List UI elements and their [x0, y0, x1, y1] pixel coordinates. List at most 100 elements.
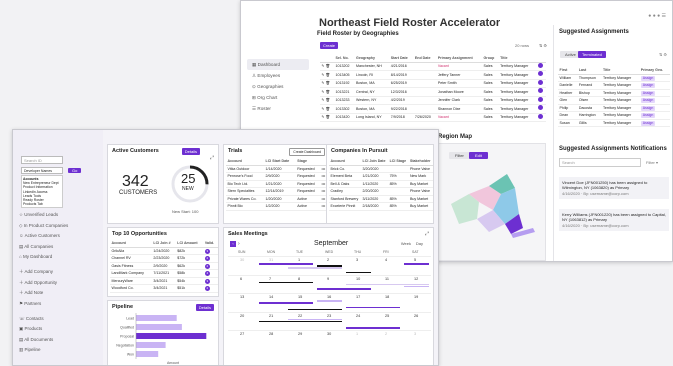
row-check[interactable]	[536, 87, 546, 97]
delete-icon[interactable]: 🗑	[326, 73, 331, 77]
calendar-day[interactable]: 8	[286, 274, 315, 294]
calendar-day[interactable]: 19	[402, 293, 431, 312]
meeting-event-bar[interactable]	[317, 265, 342, 267]
expand-icon[interactable]: ⤢	[425, 231, 429, 237]
pipeline-bar[interactable]	[136, 342, 166, 348]
calendar-day[interactable]: 18	[373, 293, 402, 312]
opportunity-badge[interactable]: 4	[204, 271, 210, 276]
crm-nav-item[interactable]: ▤ All Documents	[19, 335, 103, 346]
meeting-event-bar[interactable]	[259, 302, 313, 304]
edit-icon[interactable]: ✎	[322, 115, 325, 119]
calendar-day[interactable]: 26	[402, 311, 431, 331]
assign-button[interactable]: Assign	[640, 90, 656, 96]
suggested-row[interactable]: Danielle Fernand Territory Manager Assign	[558, 81, 670, 90]
crm-nav-item[interactable]: ▥ Pipeline	[19, 345, 103, 356]
opportunity-badge[interactable]: 3	[204, 248, 210, 254]
calendar-day[interactable]: 1	[344, 330, 373, 349]
crm-nav-item[interactable]: ☆ Unverified Leads	[19, 210, 103, 221]
assign-button[interactable]: Assign	[640, 75, 656, 81]
row-actions[interactable]: ✎ 🗑	[320, 96, 334, 105]
check-icon[interactable]	[537, 62, 543, 68]
edit-icon[interactable]: ✎	[322, 90, 325, 94]
map-edit-button[interactable]: Edit	[469, 152, 488, 159]
delete-icon[interactable]: 🗑	[326, 98, 331, 102]
crm-nav-item[interactable]: ▣ Products	[19, 324, 103, 335]
check-icon[interactable]	[537, 79, 543, 85]
crm-nav-item[interactable]: ＋ Add Company	[19, 267, 103, 278]
delete-icon[interactable]: 🗑	[326, 107, 331, 111]
meeting-event-bar[interactable]	[288, 267, 342, 269]
notification-item[interactable]: Vincent Doe (JFN001250) has been assigne…	[559, 177, 669, 199]
calendar-day[interactable]: 29	[286, 330, 315, 349]
delete-icon[interactable]: 🗑	[326, 90, 331, 94]
row-actions[interactable]: ✎ 🗑	[320, 87, 334, 97]
meeting-event-bar[interactable]	[317, 300, 342, 302]
crm-nav-item[interactable]: ☺ Active Customers	[19, 231, 103, 242]
calendar-day[interactable]: 28	[257, 330, 286, 349]
row-actions[interactable]: ✎ 🗑	[320, 104, 334, 114]
assign-button[interactable]: Assign	[640, 98, 656, 103]
active-customers-details[interactable]: Details	[181, 148, 200, 155]
roster-row[interactable]: ✎ 🗑 1013233 Western, NY 4/2/2019 Jennifer Cl…	[320, 96, 546, 105]
roster-row[interactable]: ✎ 🗑 1013192 Boston, MA 6/25/2019 Peter Smith…	[320, 79, 546, 88]
go-button[interactable]: Go	[68, 168, 82, 173]
opportunity-row[interactable]: GrikAlla 1/24/2020 $82k 3	[110, 247, 218, 255]
company-row[interactable]: Brick Co. 3/20/2020 Phone Valve	[329, 165, 433, 173]
meeting-event-bar[interactable]	[259, 263, 313, 265]
check-icon[interactable]	[537, 113, 543, 119]
view-day-tab[interactable]: Day	[416, 241, 423, 246]
opportunity-badge[interactable]: 3	[204, 278, 210, 284]
edit-icon[interactable]: ✎	[322, 107, 325, 111]
calendar-day[interactable]: 20	[228, 311, 257, 331]
roster-row[interactable]: ✎ 🗑 1013405 Lincoln, RI 8/14/2019 Jeffery Ta…	[320, 70, 546, 80]
crm-nav-item[interactable]: ＋ Add Note	[19, 288, 103, 299]
calendar-day[interactable]: 13	[228, 293, 257, 312]
window-controls[interactable]: ● ● ● ☰	[648, 13, 666, 19]
opportunity-badge[interactable]: 2	[204, 256, 210, 261]
opportunity-row[interactable]: Channel RV 2/23/2020 $72k 2	[110, 254, 218, 263]
view-week-tab[interactable]: Week	[401, 241, 411, 246]
trial-row[interactable]: Private Wares Co. 1/20/2020 Active •••	[226, 195, 328, 203]
company-row[interactable]: Cradley 2/20/2020 Phone Valve	[329, 187, 433, 196]
suggested-row[interactable]: William Thompson Territory Manager Assign	[558, 74, 670, 82]
row-actions[interactable]: ✎ 🗑	[320, 79, 334, 88]
pipeline-bar[interactable]	[136, 324, 182, 330]
opportunity-row[interactable]: Oasis Fitness 2/9/2020 $62k 2	[110, 262, 218, 270]
meeting-event-bar[interactable]	[346, 306, 400, 309]
crm-nav-item[interactable]: ＋ Add Opportunity	[19, 278, 103, 289]
edit-icon[interactable]: ✎	[322, 98, 325, 102]
crm-nav-item[interactable]: ⌂ My Dashboard	[19, 252, 103, 267]
crm-nav-item[interactable]: ▤ All Companies	[19, 242, 103, 253]
roster-row[interactable]: ✎ 🗑 1013302 Boston, MA 9/22/2018 Shannon Dix…	[320, 104, 546, 114]
meeting-event-bar[interactable]	[317, 288, 371, 290]
roster-row[interactable]: ✎ 🗑 1013221 Central, NY 12/3/2016 Jonathan M…	[320, 87, 546, 97]
opportunity-row[interactable]: Woodford Co. 3/4/2021 $51k 2	[110, 284, 218, 293]
meeting-event-bar[interactable]	[404, 285, 429, 288]
nav-dashboard[interactable]: ▦ Dashboard	[247, 59, 309, 70]
meeting-event-bar[interactable]	[259, 320, 342, 323]
meeting-event-bar[interactable]	[259, 281, 313, 284]
delete-icon[interactable]: 🗑	[326, 64, 331, 68]
edit-icon[interactable]: ✎	[322, 81, 325, 85]
crm-nav-item[interactable]: ◇ In Product Companies	[19, 221, 103, 232]
calendar-day[interactable]: 2	[373, 330, 402, 349]
row-actions[interactable]: ✎ 🗑	[320, 62, 334, 71]
check-icon[interactable]	[537, 88, 543, 93]
row-check[interactable]	[536, 62, 546, 71]
calendar-next-button[interactable]: ›	[238, 241, 240, 247]
meeting-event-bar[interactable]	[404, 263, 429, 265]
suggested-row[interactable]: Susan Gillis Territory Manager Assign	[558, 119, 670, 127]
check-icon[interactable]	[537, 71, 543, 76]
sugg-tools-icon[interactable]: ⇅ ⚙	[659, 52, 667, 57]
calendar-day[interactable]: 27	[228, 330, 257, 349]
suggested-row[interactable]: Philip Dacosta Territory Manager Assign	[558, 104, 670, 112]
opportunity-badge[interactable]: 2	[204, 286, 210, 291]
trial-row[interactable]: Pinnit Bio 1/2/2020 Active •••	[226, 202, 328, 211]
edit-icon[interactable]: ✎	[322, 64, 325, 68]
meeting-event-bar[interactable]	[288, 318, 342, 321]
company-row[interactable]: Excelerie Pinnit 2/18/2020 85% Buy Market	[329, 202, 433, 211]
calendar-day[interactable]: 7	[257, 274, 286, 294]
calendar-day[interactable]: 3	[402, 330, 431, 349]
row-actions[interactable]: ✎ 🗑	[320, 70, 334, 80]
pipeline-bar[interactable]	[136, 333, 207, 339]
